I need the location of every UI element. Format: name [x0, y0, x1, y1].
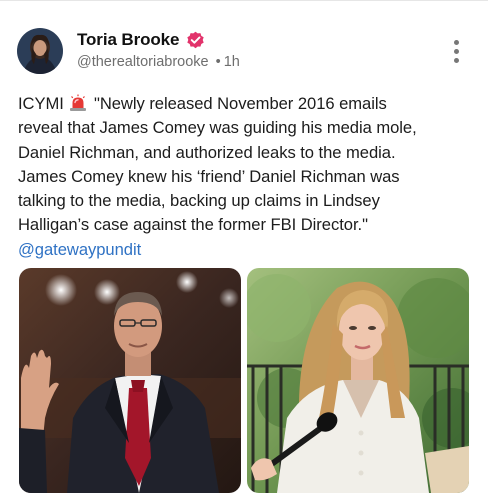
post-text-line-3: Daniel Richman, and authorized leaks to … — [18, 142, 396, 162]
post-text-line-4: James Comey knew his ‘friend’ Daniel Ric… — [18, 166, 400, 186]
post-text: ICYMI "Newly released November 2016 emai… — [18, 92, 476, 262]
top-divider — [0, 0, 488, 1]
post-text-line-1-rest: "Newly released November 2016 emails — [93, 94, 387, 113]
post-image-1[interactable] — [19, 268, 241, 493]
verified-badge-icon — [186, 31, 205, 50]
mention-link[interactable]: @gatewaypundit — [18, 238, 476, 262]
post-time: 1h — [223, 54, 240, 70]
post-text-prefix: ICYMI — [18, 94, 64, 113]
author-name[interactable]: Toria Brooke — [77, 30, 180, 50]
author-avatar[interactable] — [17, 28, 63, 74]
post-meta: @therealtoriabrooke • 1h — [77, 54, 240, 70]
meta-separator: • — [215, 54, 221, 70]
post-image-2[interactable] — [247, 268, 469, 493]
post-text-line-5: talking to the media, backing up claims … — [18, 191, 380, 211]
post-text-line-2: reveal that James Comey was guiding his … — [18, 118, 417, 138]
more-options-icon[interactable] — [448, 40, 464, 66]
author-handle[interactable]: @therealtoriabrooke — [77, 54, 209, 70]
post-text-line-6: Halligan’s case against the former FBI D… — [18, 215, 368, 235]
post-text-line-1: ICYMI "Newly released November 2016 emai… — [18, 92, 476, 116]
police-siren-emoji-icon — [70, 94, 87, 111]
